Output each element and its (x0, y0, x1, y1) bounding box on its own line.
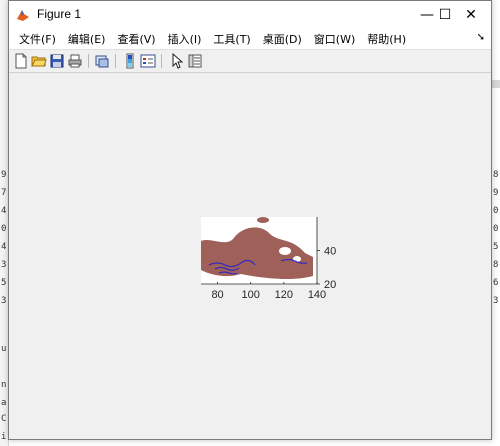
legend-icon[interactable] (140, 53, 156, 69)
title-bar[interactable]: Figure 1 — ☐ ✕ (9, 1, 491, 29)
menu-window[interactable]: 窗口(W) (308, 31, 361, 47)
background-char: 5 (493, 242, 499, 252)
background-char: i (1, 432, 7, 442)
background-char: 4 (1, 206, 7, 216)
background-char: 9 (493, 188, 499, 198)
menu-tools[interactable]: 工具(T) (207, 31, 256, 47)
menu-help[interactable]: 帮助(H) (361, 31, 412, 47)
toolbar-separator (115, 54, 116, 68)
save-icon[interactable] (49, 53, 65, 69)
background-char: 0 (493, 206, 499, 216)
background-char: 4 (1, 242, 7, 252)
background-char: 7 (1, 188, 7, 198)
new-figure-icon[interactable] (13, 53, 29, 69)
background-char: C (1, 414, 7, 424)
property-editor-icon[interactable] (187, 53, 203, 69)
menu-desktop[interactable]: 桌面(D) (257, 31, 308, 47)
close-icon: ✕ (465, 7, 477, 23)
menu-edit[interactable]: 编辑(E) (62, 31, 112, 47)
background-char: a (1, 398, 7, 408)
background-char: 6 (493, 278, 499, 288)
background-char: 3 (1, 260, 7, 270)
toolbar-separator (161, 54, 162, 68)
x-tick-label: 120 (275, 289, 293, 301)
background-char: 3 (493, 296, 499, 306)
menu-bar: 文件(F) 编辑(E) 查看(V) 插入(I) 工具(T) 桌面(D) 窗口(W… (9, 29, 491, 49)
x-tick-label: 100 (242, 289, 260, 301)
matlab-icon (17, 10, 29, 21)
contour-island (257, 217, 269, 223)
print-icon[interactable] (67, 53, 83, 69)
menu-overflow-icon[interactable]: ➘ (477, 32, 485, 43)
open-file-icon[interactable] (31, 53, 47, 69)
plot-area[interactable]: 80 100 120 1402040 (9, 71, 491, 439)
close-button[interactable]: ✕ (449, 1, 493, 29)
background-char: 8 (493, 170, 499, 180)
background-char: 0 (1, 224, 7, 234)
x-tick-label: 80 (211, 289, 223, 301)
background-char: 0 (493, 224, 499, 234)
background-char: 8 (493, 260, 499, 270)
link-plot-icon[interactable] (94, 53, 110, 69)
background-char: 5 (1, 278, 7, 288)
toolbar (9, 49, 491, 73)
contour-hole (279, 247, 291, 255)
window-title: Figure 1 (37, 7, 82, 21)
colorbar-icon[interactable] (122, 53, 138, 69)
menu-file[interactable]: 文件(F) (13, 31, 62, 47)
menu-view[interactable]: 查看(V) (111, 31, 161, 47)
contour-chart: 80 100 120 1402040 (201, 217, 336, 301)
background-char: 9 (1, 170, 7, 180)
toolbar-separator (88, 54, 89, 68)
background-char: n (1, 380, 7, 390)
y-tick-label: 20 (324, 279, 336, 291)
y-tick-label: 40 (324, 246, 336, 258)
pointer-icon[interactable] (169, 53, 185, 69)
background-char: u (1, 344, 7, 354)
menu-insert[interactable]: 插入(I) (162, 31, 208, 47)
figure-window: Figure 1 — ☐ ✕ 文件(F) 编辑(E) 查看(V) 插入(I) 工… (8, 0, 492, 440)
background-char: 3 (1, 296, 7, 306)
